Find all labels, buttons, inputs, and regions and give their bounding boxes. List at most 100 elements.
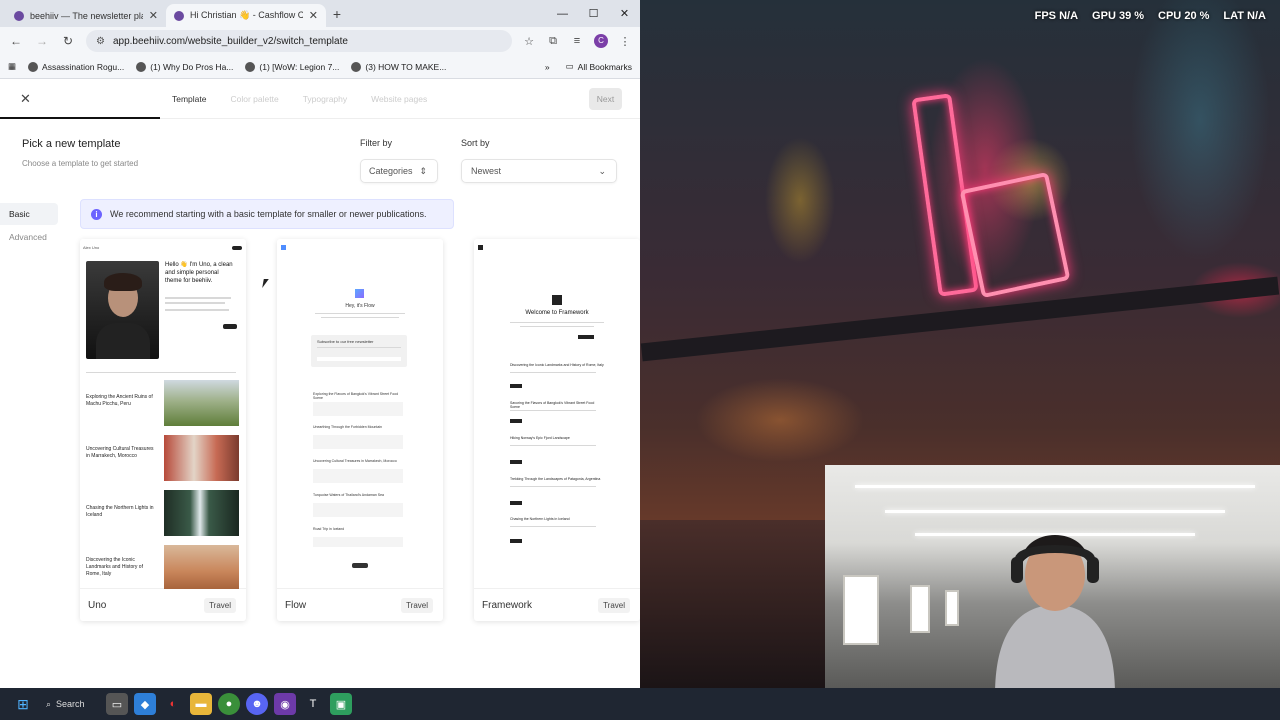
preview-post-title: Uncovering Cultural Treasures in Marrake…	[313, 459, 397, 463]
tab-basic[interactable]: Basic	[0, 203, 58, 225]
forward-arrow-icon[interactable]: →	[34, 34, 50, 48]
bookmark-favicon-icon	[136, 61, 147, 72]
bookmark-item[interactable]: Assassination Rogu...	[28, 61, 124, 72]
streamer	[995, 535, 1115, 688]
bookmark-item[interactable]: (3) HOW TO MAKE...	[351, 61, 447, 72]
preview-hero-title: Welcome to Framework	[525, 310, 589, 316]
post-image	[164, 545, 239, 589]
discord-icon[interactable]: ☻	[246, 693, 268, 715]
template-card-footer: Framework Travel	[474, 589, 640, 621]
template-card-footer: Flow Travel	[277, 589, 443, 621]
wizard-header: ✕ Template Color palette Typography Webs…	[0, 79, 640, 119]
preview-subscribe-title: Subscribe to our free newsletter	[317, 339, 374, 344]
close-window-icon[interactable]: ✕	[609, 7, 640, 20]
bookmark-item[interactable]: (1) Why Do Pros Ha...	[136, 61, 233, 72]
preview-text-line	[510, 372, 596, 373]
preview-post-block	[313, 402, 403, 416]
post-image	[164, 490, 239, 536]
address-bar[interactable]: ⚙ app.beehiiv.com/website_builder_v2/swi…	[86, 30, 512, 52]
bookmark-label: (3) HOW TO MAKE...	[365, 61, 447, 72]
step-template[interactable]: Template	[172, 94, 207, 104]
preview-logo-mark	[355, 289, 364, 298]
preview-text-line	[165, 309, 229, 311]
windows-start-icon[interactable]: ⊞	[12, 693, 34, 715]
category-filter-select[interactable]: Categories ⇕	[360, 159, 438, 183]
tradingview-icon[interactable]: T	[302, 693, 324, 715]
preview-text-line	[510, 322, 604, 323]
webcam-overlay	[825, 465, 1280, 688]
preview-post-title: Uncovering Cultural Treasures in Marrake…	[86, 446, 154, 459]
bookmark-item[interactable]: (1) [WoW: Legion 7...	[245, 61, 339, 72]
close-wizard-icon[interactable]: ✕	[20, 91, 38, 107]
extensions-icon[interactable]: ⧉	[546, 35, 560, 48]
navigation-bar: ← → ↻ ⚙ app.beehiiv.com/website_builder_…	[0, 27, 640, 55]
apps-grid-icon[interactable]: ▦	[8, 61, 16, 72]
profile-photo	[86, 261, 159, 359]
preview-divider	[86, 372, 236, 373]
tab-strip: beehiiv — The newsletter platfo ✕ Hi Chr…	[0, 0, 640, 27]
minimize-icon[interactable]: —	[547, 8, 578, 20]
next-button[interactable]: Next	[589, 88, 622, 110]
bookmark-favicon-icon	[28, 61, 39, 72]
template-card-framework[interactable]: Welcome to Framework Discovering the Ico…	[474, 239, 640, 621]
close-tab-icon[interactable]: ✕	[309, 9, 318, 22]
preview-subscribe-pill	[232, 246, 242, 250]
preview-post-title: Discovering the Iconic Landmarks and His…	[510, 363, 604, 367]
all-bookmarks-button[interactable]: ▭ All Bookmarks	[566, 61, 632, 72]
preview-post-block	[313, 503, 403, 517]
page-subtitle: Choose a template to get started	[22, 159, 139, 168]
step-color-palette: Color palette	[230, 94, 279, 104]
app-icon[interactable]: ▣	[330, 693, 352, 715]
preview-text-line	[520, 326, 594, 327]
taskbar-search-label: Search	[56, 699, 85, 709]
media-controls-icon[interactable]: ≡	[570, 35, 584, 47]
preview-text-line	[510, 486, 596, 487]
wall-poster	[843, 575, 879, 645]
taskbar-search[interactable]: ⌕ Search	[40, 699, 100, 710]
obs-icon[interactable]: ◉	[274, 693, 296, 715]
task-view-icon[interactable]: ▭	[106, 693, 128, 715]
site-info-icon[interactable]: ⚙	[96, 36, 105, 47]
menu-kebab-icon[interactable]: ⋮	[618, 35, 632, 48]
chrome-icon[interactable]: ●	[218, 693, 240, 715]
copilot-icon[interactable]: ◆	[134, 693, 156, 715]
file-explorer-icon[interactable]: ▬	[190, 693, 212, 715]
recommendation-banner: i We recommend starting with a basic tem…	[80, 199, 454, 229]
more-bookmarks-chevron[interactable]: »	[545, 62, 550, 72]
updown-chevron-icon: ⇕	[419, 165, 427, 176]
preview-text-line	[510, 526, 596, 527]
preview-post-title: Exploring the Flavors of Bangkok's Vibra…	[313, 392, 399, 400]
folder-icon: ▭	[565, 61, 574, 71]
preview-post-title: Chasing the Northern Lights in Iceland	[86, 505, 154, 518]
bookmark-favicon-icon	[351, 61, 362, 72]
performance-overlay: FPS N/A GPU 39 % CPU 20 % LAT N/A	[1035, 10, 1266, 22]
browser-tab[interactable]: beehiiv — The newsletter platfo ✕	[6, 4, 166, 27]
back-arrow-icon[interactable]: ←	[8, 34, 24, 48]
page-title: Pick a new template	[22, 138, 121, 150]
profile-avatar[interactable]: C	[594, 34, 608, 48]
browser-tab-active[interactable]: Hi Christian 👋 - Cashflow Coll ✕	[166, 4, 326, 27]
preview-read-button	[510, 419, 522, 423]
post-image	[164, 380, 239, 426]
template-card-uno[interactable]: Alex Uno Hello 👋 I'm Uno, a clean and si…	[80, 239, 246, 621]
step-website-pages: Website pages	[371, 94, 428, 104]
maximize-icon[interactable]: ☐	[578, 7, 609, 20]
tab-advanced[interactable]: Advanced	[9, 232, 47, 242]
close-tab-icon[interactable]: ✕	[149, 9, 158, 22]
preview-author: Alex Uno	[83, 245, 100, 250]
sort-select[interactable]: Newest ⌄	[461, 159, 617, 183]
fps-readout: FPS N/A	[1034, 10, 1079, 22]
post-image	[164, 435, 239, 481]
app-icon[interactable]: ◐	[162, 693, 184, 715]
reload-icon[interactable]: ↻	[60, 34, 76, 48]
template-card-flow[interactable]: Hey, it's Flow Subscribe to our free new…	[277, 239, 443, 621]
preview-hero-title: Hello 👋 I'm Uno, a clean and simple pers…	[165, 262, 233, 284]
preview-logo	[281, 245, 286, 250]
browser-window: beehiiv — The newsletter platfo ✕ Hi Chr…	[0, 0, 640, 688]
preview-text-line	[165, 302, 225, 304]
bookmark-star-icon[interactable]: ☆	[522, 35, 536, 48]
new-tab-icon[interactable]: +	[326, 6, 348, 22]
mouse-cursor-icon	[262, 279, 269, 288]
template-name: Flow	[285, 599, 307, 611]
url-text: app.beehiiv.com/website_builder_v2/switc…	[112, 35, 348, 47]
